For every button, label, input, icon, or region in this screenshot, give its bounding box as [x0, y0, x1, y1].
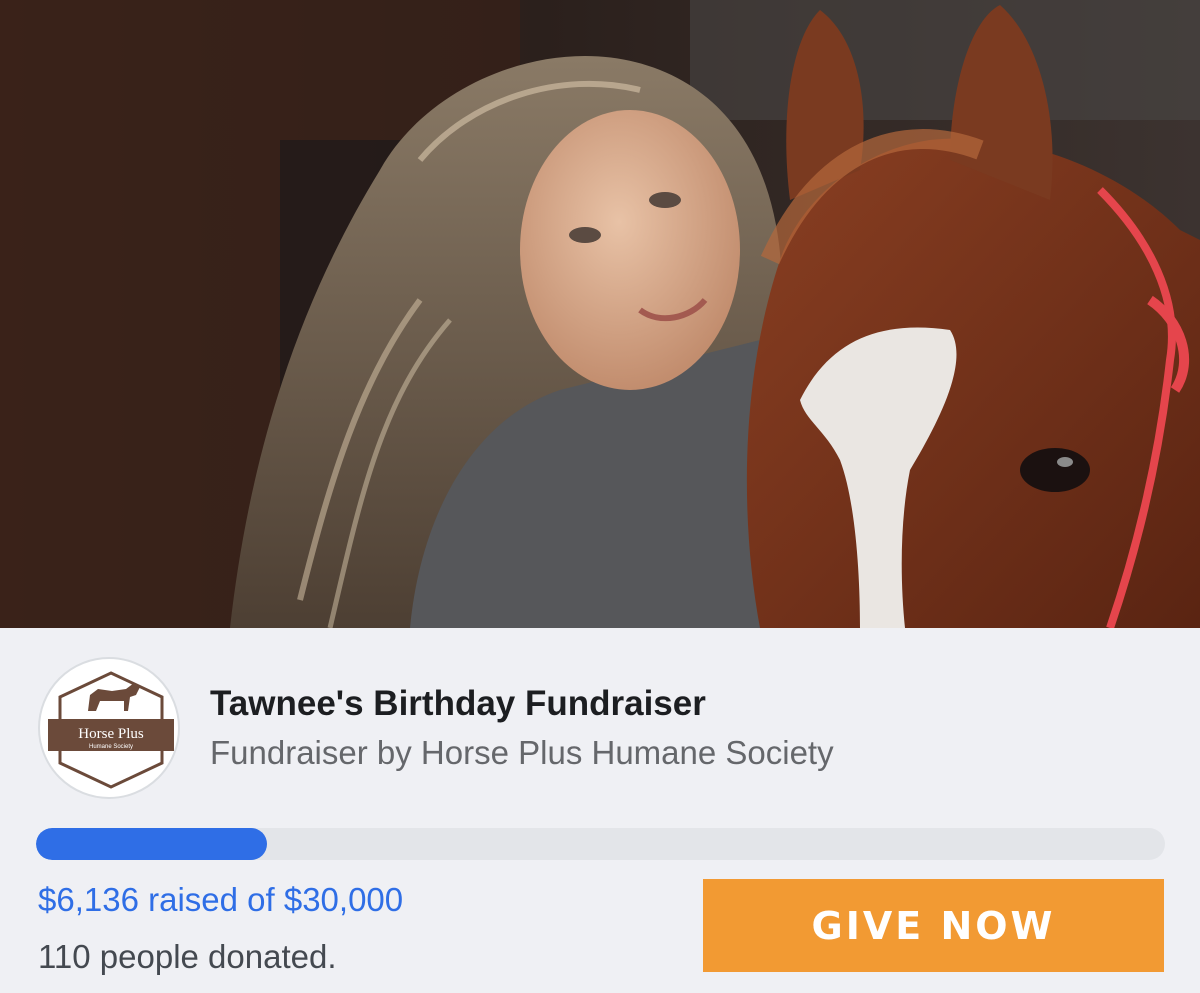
fundraiser-info-panel: Horse Plus Humane Society Tawnee's Birth…: [0, 628, 1200, 993]
horse-plus-logo-icon[interactable]: Horse Plus Humane Society: [38, 657, 180, 799]
amount-raised-text: $6,136 raised of $30,000: [38, 881, 404, 918]
donation-progress-bar: [36, 828, 1165, 860]
fundraiser-organizer: Fundraiser by Horse Plus Humane Society: [210, 734, 834, 771]
logo-name-text: Horse Plus: [78, 726, 144, 742]
fundraiser-title[interactable]: Tawnee's Birthday Fundraiser: [210, 684, 706, 724]
logo-tagline-text: Humane Society: [89, 744, 133, 750]
fundraiser-cover-photo[interactable]: [0, 0, 1200, 628]
give-now-button[interactable]: GIVE NOW: [703, 879, 1164, 972]
donor-count-text: 110 people donated.: [38, 938, 337, 975]
donation-progress-fill: [36, 828, 267, 860]
woman-with-horse-photo: [0, 0, 1200, 628]
